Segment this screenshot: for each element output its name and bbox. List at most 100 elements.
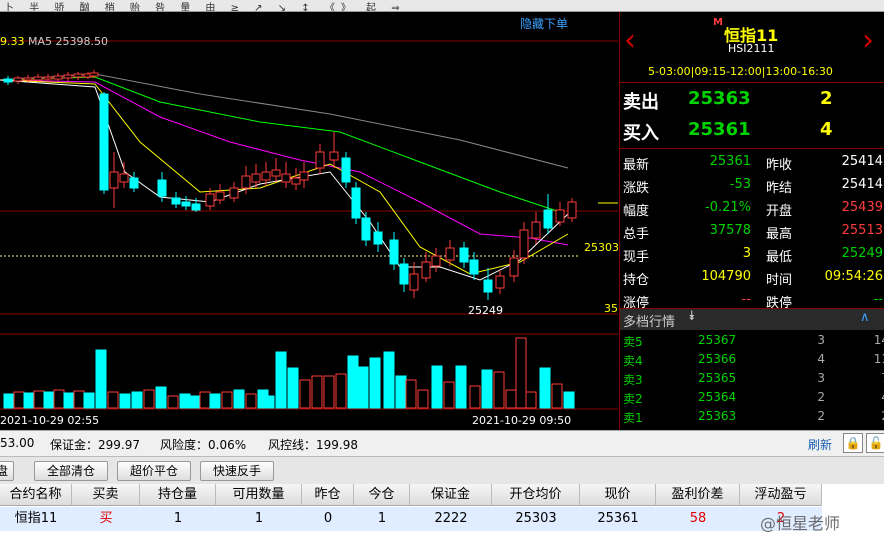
candle-body (281, 173, 291, 183)
candle-body (299, 171, 309, 181)
candle-body (361, 217, 371, 241)
ask-row[interactable]: 卖出 25363 2 (620, 86, 884, 116)
quote-panel: ‹ › M 恒指11 HSI2111 5-03:00|09:15-12:00|1… (619, 12, 884, 430)
stat-label: 开盘 (766, 204, 793, 219)
table-header-cell[interactable]: 可用数量 (216, 484, 302, 506)
balance-value: 53.00 (0, 436, 35, 450)
volume-bar (73, 390, 85, 409)
table-cell: 恒指11 (0, 507, 72, 531)
stats-row: 涨跌 -53 昨结 25414 (620, 174, 884, 197)
stat-label: 时间 (766, 273, 793, 288)
volume-bar (525, 391, 537, 409)
session-times: 5-03:00|09:15-12:00|13:00-16:30 (648, 65, 833, 78)
candle-body (399, 263, 409, 285)
table-cell: 25303 (492, 507, 580, 531)
table-header-cell[interactable]: 合约名称 (0, 484, 72, 506)
volume-bar (95, 349, 107, 409)
stat-value: 25249 (841, 246, 883, 261)
table-header-cell[interactable]: 浮动盈亏 (740, 484, 822, 506)
table-header-cell[interactable]: 开仓均价 (492, 484, 580, 506)
volume-bar (43, 391, 55, 409)
depth-price: 25365 (698, 371, 737, 385)
time-right-label: 2021-10-29 09:50 (472, 414, 572, 427)
close-all-button[interactable]: 全部清仓 (34, 461, 108, 481)
stat-label: 昨收 (766, 158, 793, 173)
candle-body (63, 74, 73, 79)
depth-title: 多档行情 (623, 315, 676, 330)
volume-bar (299, 379, 311, 409)
depth-price: 25364 (698, 390, 737, 404)
ma-label-left: 9.33 (0, 35, 25, 48)
collapse-chevron-icon[interactable]: ∧ (860, 310, 870, 325)
volume-bar (275, 351, 287, 409)
stat-label: 涨跌 (623, 181, 650, 196)
stats-row: 持仓 104790 时间 09:54:26 (620, 266, 884, 289)
candle-body (389, 239, 399, 265)
symbol-badge: M (713, 17, 723, 28)
candle-body (329, 151, 339, 161)
unlock-icon[interactable]: 🔓 (866, 433, 884, 453)
hide-order-link[interactable]: 隐藏下单 (520, 15, 568, 32)
candle-body (291, 177, 301, 185)
quick-reverse-button[interactable]: 快速反手 (200, 461, 274, 481)
volume-bar (357, 366, 369, 409)
candle-body (215, 191, 225, 201)
next-symbol-button[interactable]: › (862, 26, 874, 56)
stat-value: 25439 (841, 200, 883, 215)
depth-row[interactable]: 卖5 25367 3 14 (620, 332, 884, 351)
table-header-cell[interactable]: 今仓 (354, 484, 410, 506)
depth-row[interactable]: 卖32536537 (620, 370, 884, 389)
table-header-cell[interactable]: 买卖 (72, 484, 140, 506)
stat-label: 最低 (766, 250, 793, 265)
table-cell: 1 (354, 507, 410, 531)
table-header-cell[interactable]: 现价 (580, 484, 656, 506)
volume-bar (13, 391, 25, 409)
candle-body (459, 247, 469, 263)
volume-bar (369, 357, 381, 409)
candle-body (241, 175, 251, 189)
depth-row[interactable]: 卖22536424 (620, 389, 884, 408)
stat-value: 3 (742, 246, 751, 261)
kline-chart[interactable]: 9.33 MA5 25398.50 隐藏下单 25303 25249 35 20… (0, 12, 618, 430)
candle-body (43, 76, 53, 80)
over-price-close-button[interactable]: 超价平仓 (117, 461, 191, 481)
table-header-cell[interactable]: 保证金 (410, 484, 492, 506)
volume-bar (563, 391, 575, 409)
bid-row[interactable]: 买入 25361 4 (620, 117, 884, 147)
table-cell: 2222 (410, 507, 492, 531)
candle-body (341, 157, 351, 183)
table-header-cell[interactable]: 昨仓 (302, 484, 354, 506)
candle-body (567, 201, 577, 219)
volume-bar (539, 367, 551, 409)
depth-row[interactable]: 卖12536322 (620, 408, 884, 427)
candle-body (351, 187, 361, 219)
volume-bar (143, 389, 155, 409)
candle-body (555, 209, 565, 223)
depth-row[interactable]: 卖4 25366 4 11 (620, 351, 884, 370)
depth-label: 卖4 (623, 354, 643, 368)
stat-value: 37578 (709, 223, 751, 238)
lock-icon[interactable]: 🔒 (843, 433, 863, 453)
depth-header[interactable]: 多档行情 ⯯ ∧ (620, 308, 884, 330)
volume-bar (383, 351, 395, 409)
candle-body (13, 77, 23, 82)
candle-body (495, 275, 505, 289)
volume-bar (311, 375, 323, 409)
stat-label: 现手 (623, 250, 650, 265)
tab-button-cut[interactable]: 盘 (0, 461, 14, 481)
refresh-link[interactable]: 刷新 (808, 436, 832, 453)
table-header-cell[interactable]: 持仓量 (140, 484, 216, 506)
volume-bar (493, 371, 505, 409)
prev-symbol-button[interactable]: ‹ (624, 26, 636, 56)
toolbar-icons[interactable]: 卜 半 骄 酗 梢 贻 咎 量 由 ≥ ↗ ↘ ↕ 《》 起 ⇒ (4, 0, 406, 11)
table-header-cell[interactable]: 盈利价差 (656, 484, 740, 506)
stat-value: 25361 (709, 154, 751, 169)
volume-bar (119, 393, 131, 409)
candle-body (23, 77, 33, 81)
candle-body (421, 261, 431, 279)
depth-expand-icon[interactable]: ⯯ (688, 309, 696, 324)
ask-price: 25363 (688, 88, 751, 109)
watermark: @恒星老师 (760, 514, 841, 533)
positions-table: 合约名称 买卖 持仓量 可用数量 昨仓 今仓 保证金 开仓均价 现价 盈利价差 浮动盈亏 恒指11 买… (0, 484, 884, 560)
bid-price: 25361 (688, 119, 751, 140)
